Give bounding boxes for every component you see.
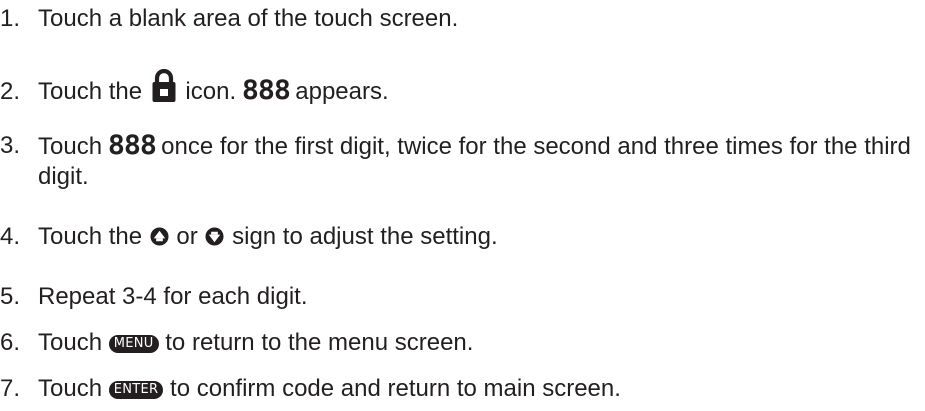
up-arrow-circle-icon: [150, 227, 169, 246]
step-text: Touch a blank area of the touch screen.: [38, 5, 459, 32]
step-number: 5.: [0, 283, 21, 310]
enter-button-icon: ENTER: [108, 381, 164, 399]
step-text-pre: Touch: [38, 375, 103, 402]
step-number: 4.: [0, 223, 21, 250]
menu-button-icon: MENU: [108, 335, 159, 353]
step-text-mid: or: [176, 223, 198, 250]
step-text-post: once for the first digit, twice for the …: [38, 133, 911, 190]
step-6: 6. Touch MENU to return to the menu scree…: [0, 328, 473, 358]
step-number: 1.: [0, 5, 21, 32]
step-text-pre: Touch: [38, 133, 103, 160]
step-number: 2.: [0, 78, 21, 105]
step-7: 7. Touch ENTER to confirm code and return…: [0, 374, 621, 404]
down-arrow-circle-icon: [205, 227, 224, 246]
step-text-mid: icon.: [185, 78, 237, 105]
padlock-icon: [152, 69, 176, 102]
step-body: Touch the icon. 888 appears.: [38, 69, 389, 106]
step-number: 7.: [0, 375, 21, 402]
step-text-post: to return to the menu screen.: [165, 329, 474, 356]
digit-display-888: 888: [107, 130, 157, 161]
step-2: 2. Touch the icon. 888 appears.: [0, 69, 389, 107]
step-text-pre: Touch the: [38, 78, 143, 105]
step-body: Touch the or sign to adjust the setting.: [38, 223, 498, 250]
digit-display-888: 888: [241, 75, 291, 106]
step-text-pre: Touch: [38, 329, 103, 356]
step-3: 3. Touch 888 once for the first digit, tw…: [0, 131, 918, 192]
step-number: 3.: [0, 132, 21, 159]
step-text: Repeat 3-4 for each digit.: [38, 283, 308, 310]
step-text-post: appears.: [295, 78, 389, 105]
step-number: 6.: [0, 329, 21, 356]
step-text-post: sign to adjust the setting.: [232, 223, 498, 250]
step-body: Touch ENTER to confirm code and return t…: [38, 375, 621, 402]
step-1: 1. Touch a blank area of the touch screen…: [0, 4, 458, 34]
step-text-post: to confirm code and return to main scree…: [170, 375, 621, 402]
step-5: 5. Repeat 3-4 for each digit.: [0, 282, 308, 312]
step-text-pre: Touch the: [38, 223, 143, 250]
step-4: 4. Touch the or sign to adjust the settin…: [0, 222, 498, 252]
step-body: Touch 888 once for the first digit, twic…: [38, 131, 918, 192]
step-body: Touch MENU to return to the menu screen.: [38, 329, 473, 356]
